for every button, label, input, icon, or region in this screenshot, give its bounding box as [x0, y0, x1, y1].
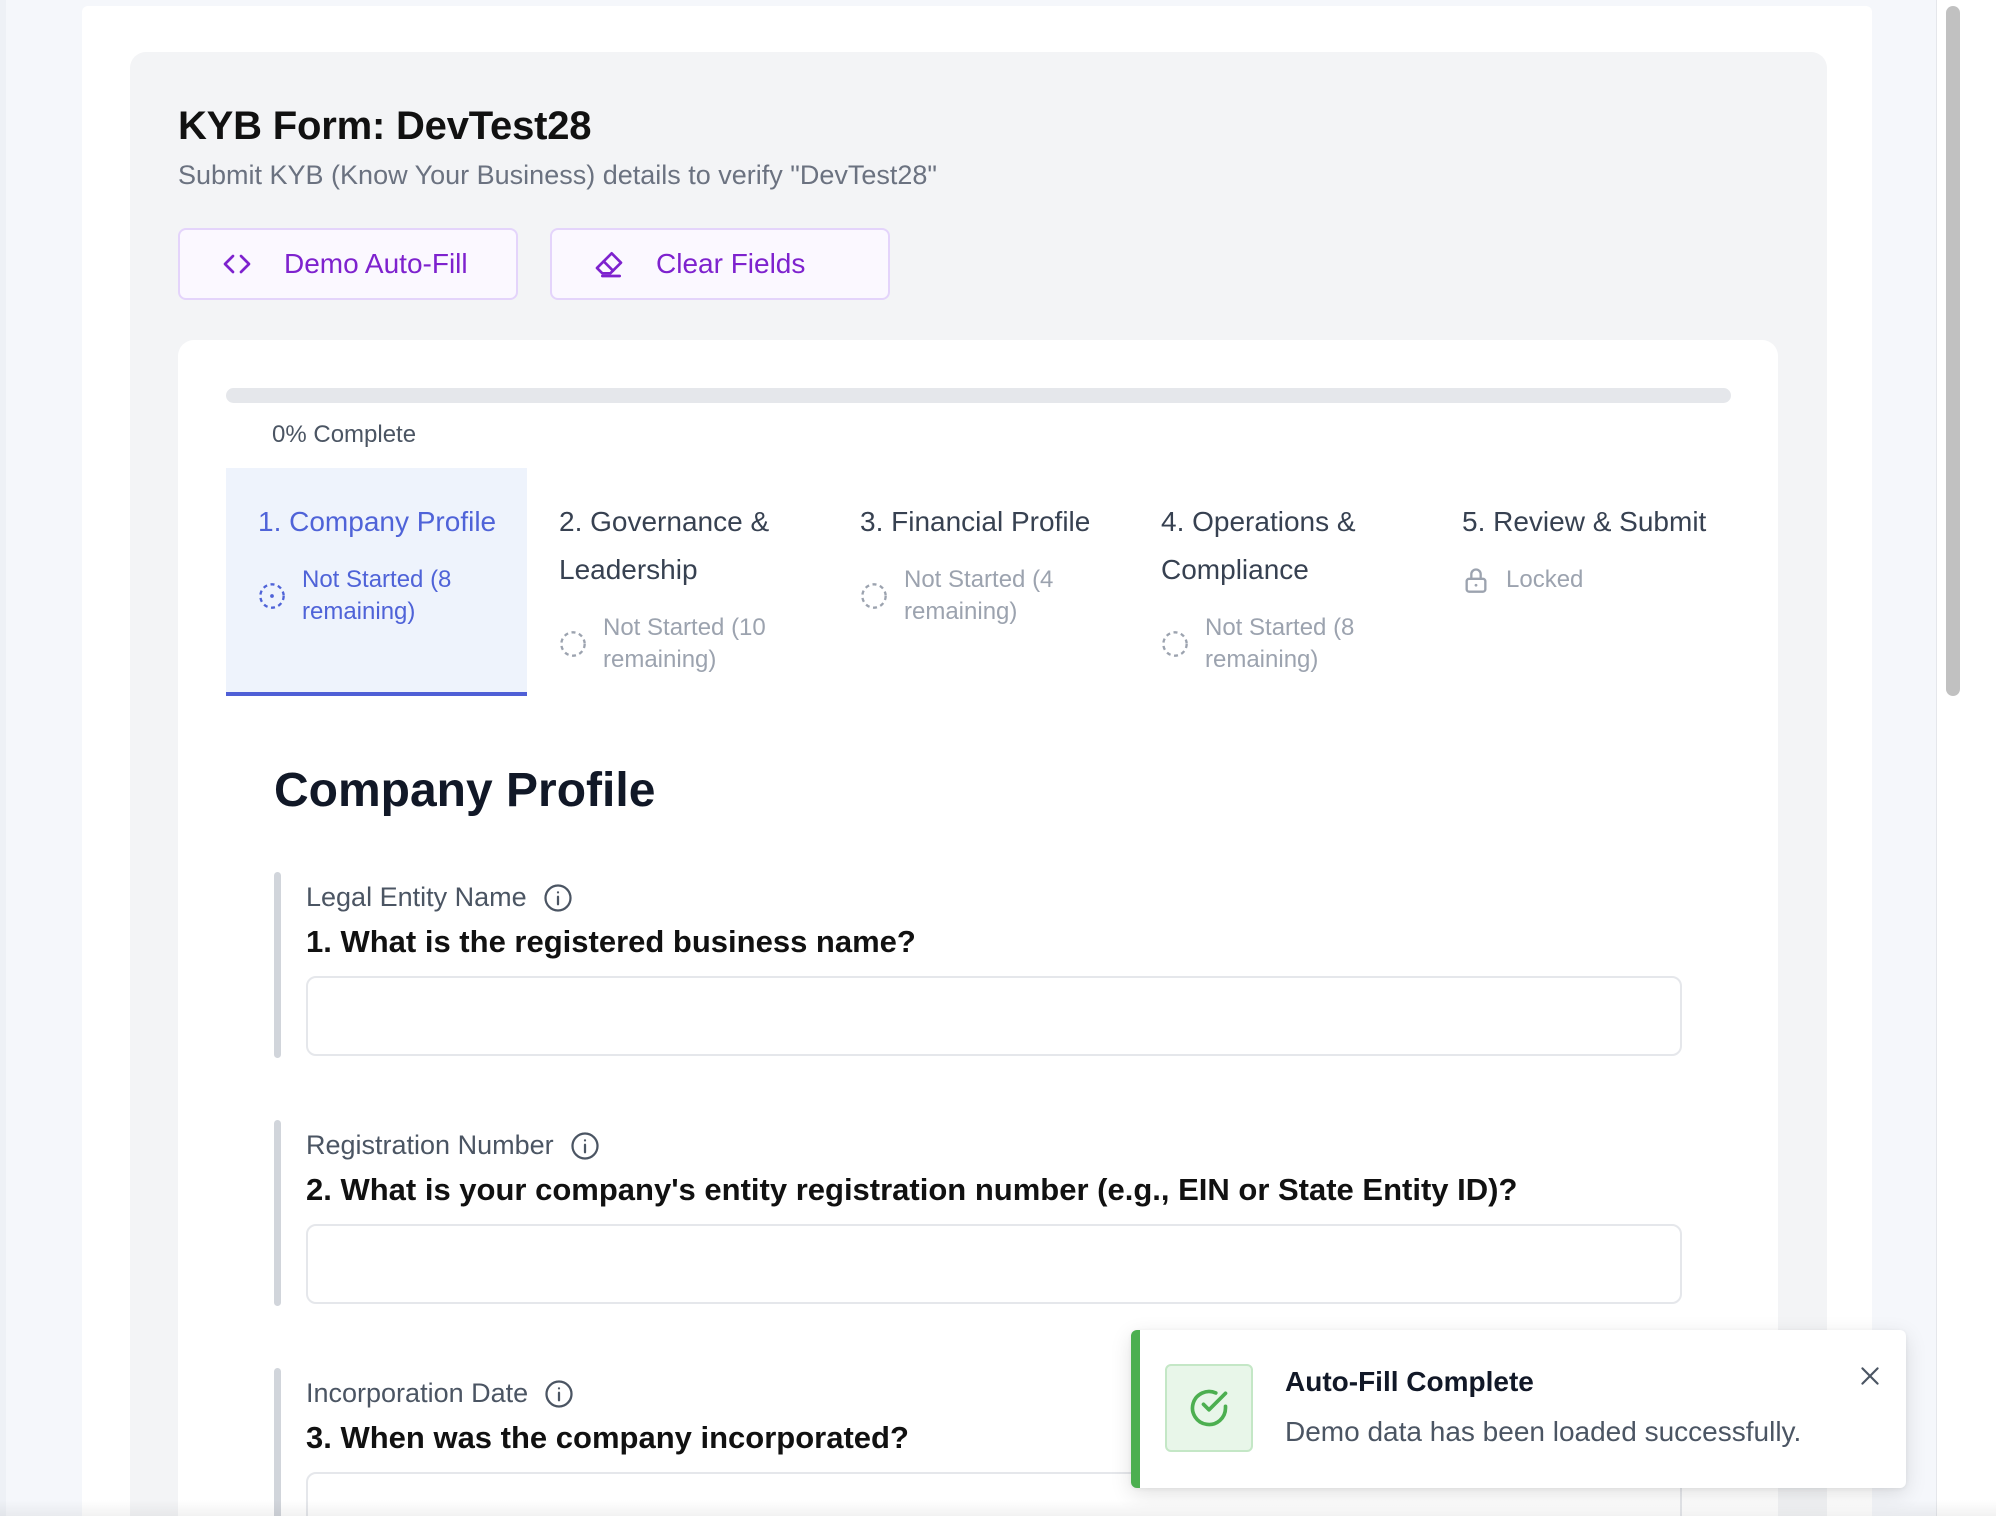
lock-icon — [1465, 568, 1487, 593]
step-tab-operations-compliance[interactable]: 4. Operations & Compliance Not Started (… — [1129, 468, 1430, 696]
close-icon[interactable] — [1852, 1358, 1888, 1394]
question-accent-bar — [274, 1368, 281, 1516]
autofill-toast: Auto-Fill Complete Demo data has been lo… — [1131, 1330, 1906, 1488]
progress-label: 0% Complete — [272, 421, 417, 448]
section-title: Company Profile — [274, 764, 656, 817]
registration-number-input[interactable] — [306, 1224, 1682, 1304]
step-tab-governance-leadership[interactable]: 2. Governance & Leadership Not Started (… — [527, 468, 828, 696]
step-title: 4. Operations & Compliance — [1161, 506, 1356, 585]
left-edge — [0, 0, 6, 1516]
dashed-circle-icon — [1162, 631, 1188, 657]
field-label: Incorporation Date — [306, 1378, 529, 1408]
step-status: Not Started (8 remaining) — [302, 566, 452, 625]
step-title: 5. Review & Submit — [1462, 506, 1707, 537]
info-icon[interactable] — [543, 883, 573, 913]
question-accent-bar — [274, 872, 281, 1058]
question-text: 3. When was the company incorporated? — [306, 1420, 909, 1455]
scrollbar-track[interactable] — [1936, 0, 1996, 1516]
toast-title: Auto-Fill Complete — [1285, 1366, 1534, 1397]
page-subtitle: Submit KYB (Know Your Business) details … — [178, 160, 938, 190]
code-icon — [220, 247, 254, 281]
demo-autofill-button[interactable]: Demo Auto-Fill — [178, 228, 518, 300]
step-status: Not Started (8 remaining) — [1205, 614, 1355, 673]
step-title: 2. Governance & Leadership — [559, 506, 770, 585]
field-label: Legal Entity Name — [306, 882, 527, 912]
question-block-registration-number: Registration Number 2. What is your comp… — [274, 1120, 1684, 1306]
step-tab-company-profile[interactable]: 1. Company Profile Not Started (8 remain… — [226, 468, 527, 696]
clear-fields-label: Clear Fields — [656, 248, 806, 279]
info-icon[interactable] — [544, 1379, 574, 1409]
question-accent-bar — [274, 1120, 281, 1306]
step-tab-financial-profile[interactable]: 3. Financial Profile Not Started (4 rema… — [828, 468, 1129, 696]
question-block-legal-entity-name: Legal Entity Name 1. What is the registe… — [274, 872, 1684, 1058]
page-title: KYB Form: DevTest28 — [178, 104, 592, 148]
step-status: Not Started (4 remaining) — [904, 566, 1054, 625]
step-title: 3. Financial Profile — [860, 506, 1091, 537]
step-status: Locked — [1506, 566, 1584, 593]
dashed-circle-dot-icon — [259, 583, 285, 609]
legal-entity-name-input[interactable] — [306, 976, 1682, 1056]
dashed-circle-icon — [560, 631, 586, 657]
demo-autofill-label: Demo Auto-Fill — [284, 248, 468, 279]
question-text: 1. What is the registered business name? — [306, 924, 916, 959]
step-status: Not Started (10 remaining) — [603, 614, 766, 673]
toast-message: Demo data has been loaded successfully. — [1285, 1416, 1802, 1447]
scrollbar-thumb[interactable] — [1946, 6, 1960, 696]
question-text: 2. What is your company's entity registr… — [306, 1172, 1518, 1207]
toast-icon-box — [1165, 1364, 1253, 1452]
step-tab-review-submit[interactable]: 5. Review & Submit Locked — [1430, 468, 1731, 696]
dashed-circle-icon — [861, 583, 887, 609]
step-title: 1. Company Profile — [258, 506, 497, 537]
progress-bar — [226, 388, 1731, 403]
check-circle-icon — [1190, 1389, 1228, 1427]
eraser-icon — [592, 247, 626, 281]
bottom-fade — [0, 1500, 1996, 1516]
info-icon[interactable] — [570, 1131, 600, 1161]
clear-fields-button[interactable]: Clear Fields — [550, 228, 890, 300]
field-label: Registration Number — [306, 1130, 554, 1160]
